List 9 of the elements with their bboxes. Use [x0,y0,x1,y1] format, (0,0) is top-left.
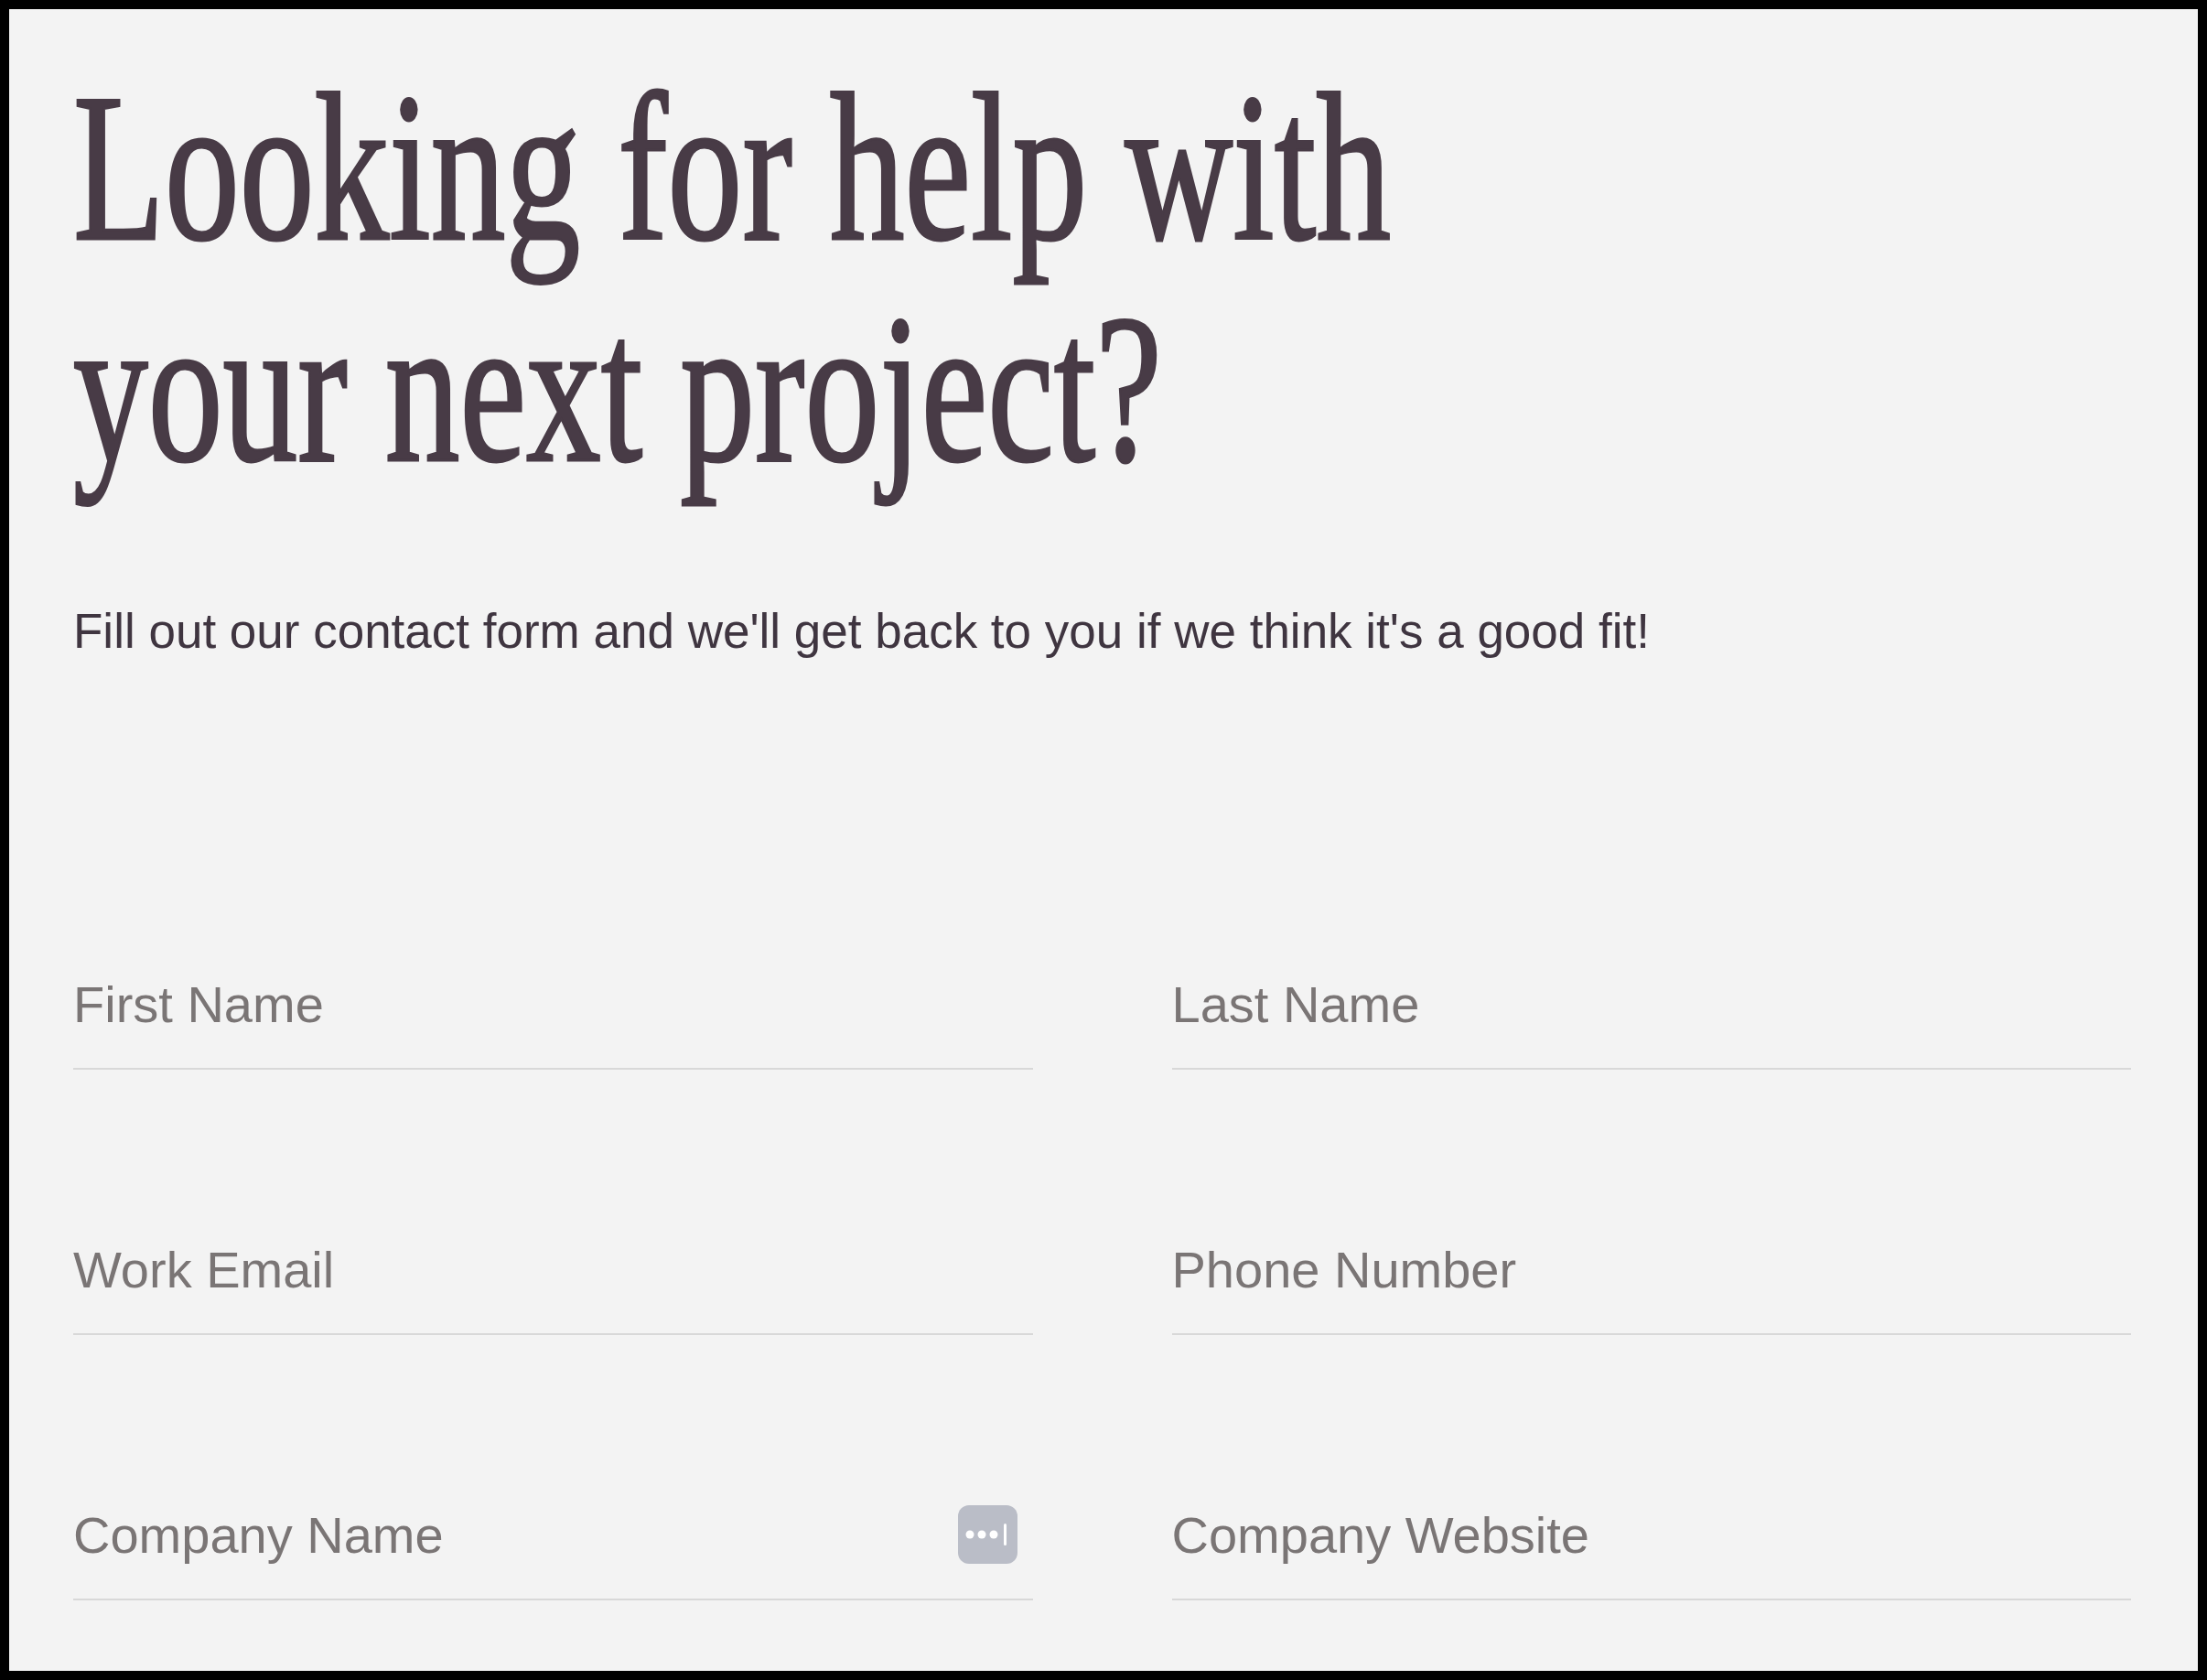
input-field[interactable]: Work Email [73,1223,1033,1335]
page-heading: Looking for help with your next project? [73,57,1392,508]
input-field[interactable]: Last Name [1171,958,2131,1070]
password-dots-icon[interactable] [957,1505,1017,1564]
input-field[interactable]: Company Name [73,1489,1033,1600]
input-field[interactable]: Phone Number [1171,1223,2131,1335]
input-field[interactable]: Company Website [1171,1489,2131,1600]
input-field[interactable]: First Name [73,958,1033,1070]
intro-text: Fill out our contact form and we'll get back to you if we think it's a good fit! [73,603,1650,660]
